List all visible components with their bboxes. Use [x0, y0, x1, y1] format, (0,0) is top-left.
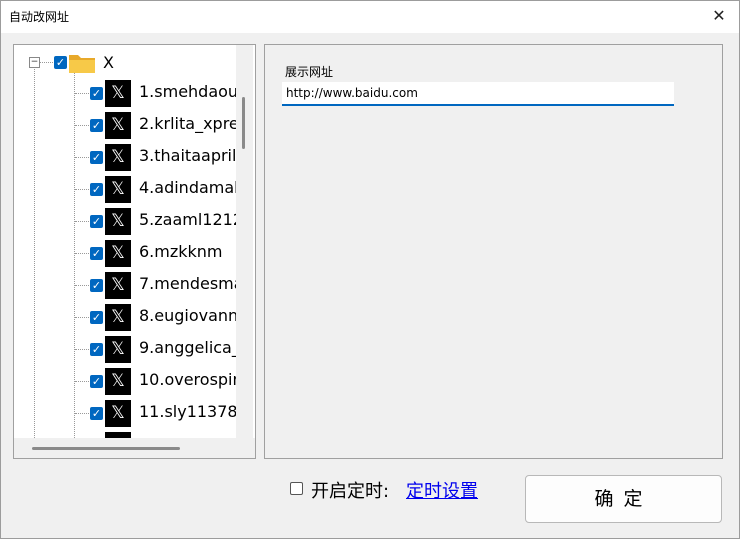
root-checkbox[interactable]: ✓ — [54, 56, 67, 69]
tree-connector — [75, 93, 91, 94]
x-logo-icon: 𝕏 — [105, 80, 131, 107]
close-icon[interactable]: ✕ — [705, 3, 733, 29]
x-logo-icon: 𝕏 — [105, 272, 131, 299]
tree-item-label[interactable]: 6.mzkknm — [139, 242, 223, 261]
item-checkbox[interactable]: ✓ — [90, 407, 103, 420]
x-logo-icon: 𝕏 — [105, 144, 131, 171]
x-logo-icon: 𝕏 — [105, 112, 131, 139]
horizontal-scrollbar[interactable] — [14, 438, 236, 458]
tree-connector — [75, 349, 91, 350]
x-logo-icon: 𝕏 — [105, 368, 131, 395]
tree-item-label[interactable]: 3.thaitaaprilia — [139, 146, 251, 165]
item-checkbox[interactable]: ✓ — [90, 279, 103, 292]
tree-item-label[interactable]: 5.zaaml1212 — [139, 210, 243, 229]
url-label: 展示网址 — [285, 65, 334, 79]
tree-item-label[interactable]: 1.smehdaoui — [139, 82, 243, 101]
tree-connector — [75, 285, 91, 286]
tree-item-label[interactable]: 9.anggelica_c — [139, 338, 249, 357]
item-checkbox[interactable]: ✓ — [90, 311, 103, 324]
tree-item-label[interactable]: 11.sly11378 — [139, 402, 238, 421]
scroll-thumb[interactable] — [32, 447, 180, 450]
timer-label: 开启定时: — [311, 481, 390, 502]
tree-connector — [75, 253, 91, 254]
root-label[interactable]: X — [103, 53, 114, 72]
tree-connector — [74, 73, 75, 438]
tree-connector — [75, 125, 91, 126]
x-logo-icon: 𝕏 — [105, 400, 131, 427]
dialog-window: 自动改网址 ✕ − ✓ X ✓ 𝕏 1.smehdaoui ✓ 𝕏 2.krlita_xp… — [0, 0, 740, 539]
ok-button[interactable]: 确定 — [525, 475, 722, 523]
tree-item-label[interactable]: 4.adindamah — [139, 178, 244, 197]
tree-connector — [75, 317, 91, 318]
title-bar: 自动改网址 ✕ — [1, 1, 739, 33]
item-checkbox[interactable]: ✓ — [90, 247, 103, 260]
collapse-icon[interactable]: − — [29, 57, 40, 68]
tree-connector — [75, 157, 91, 158]
item-checkbox[interactable]: ✓ — [90, 151, 103, 164]
x-logo-icon: 𝕏 — [105, 304, 131, 331]
window-title: 自动改网址 — [9, 10, 70, 24]
account-tree[interactable]: − ✓ X ✓ 𝕏 1.smehdaoui ✓ 𝕏 2.krlita_xpre ✓ 𝕏 3.th… — [13, 44, 256, 459]
folder-icon — [69, 55, 95, 73]
tree-item-label[interactable]: 7.mendesma — [139, 274, 244, 293]
item-checkbox[interactable]: ✓ — [90, 183, 103, 196]
tree-item-label[interactable]: 8.eugiovanna — [139, 306, 248, 325]
item-checkbox[interactable]: ✓ — [90, 215, 103, 228]
x-logo-icon: 𝕏 — [105, 240, 131, 267]
url-input[interactable]: http://www.baidu.com — [282, 82, 674, 106]
x-logo-icon: 𝕏 — [105, 208, 131, 235]
tree-item-label[interactable]: 2.krlita_xpre — [139, 114, 239, 133]
x-logo-icon: 𝕏 — [105, 176, 131, 203]
scrollbar-corner — [236, 438, 255, 458]
tree-connector — [75, 189, 91, 190]
tree-connector — [75, 221, 91, 222]
tree-connector — [75, 413, 91, 414]
timer-settings-link[interactable]: 定时设置 — [406, 477, 478, 503]
tree-item-label[interactable]: 10.overospin — [139, 370, 243, 389]
vertical-scrollbar[interactable] — [236, 45, 253, 438]
item-checkbox[interactable]: ✓ — [90, 119, 103, 132]
tree-connector — [75, 381, 91, 382]
tree-connector — [39, 62, 53, 63]
settings-panel: 展示网址 http://www.baidu.com — [264, 44, 723, 459]
item-checkbox[interactable]: ✓ — [90, 343, 103, 356]
tree-connector — [34, 67, 35, 438]
timer-checkbox[interactable] — [290, 482, 303, 495]
scroll-thumb[interactable] — [242, 97, 245, 149]
x-logo-icon: 𝕏 — [105, 336, 131, 363]
item-checkbox[interactable]: ✓ — [90, 375, 103, 388]
item-checkbox[interactable]: ✓ — [90, 87, 103, 100]
